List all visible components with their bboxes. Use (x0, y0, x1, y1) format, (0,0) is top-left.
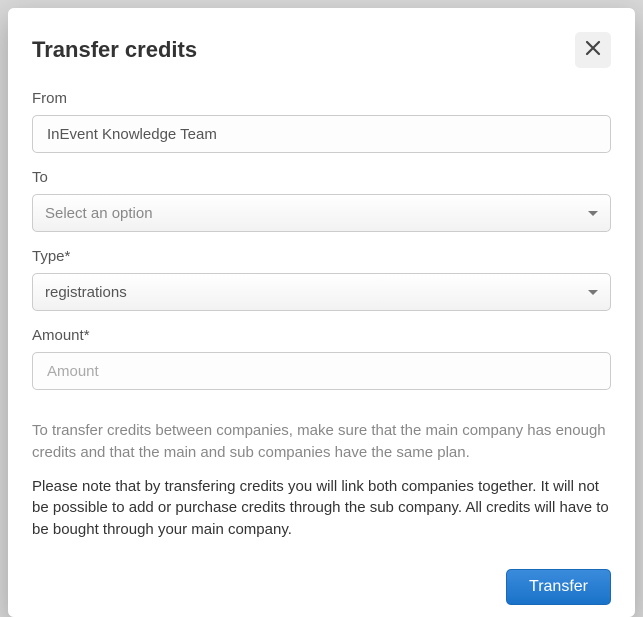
note-text: Please note that by transfering credits … (32, 476, 611, 541)
to-group: To Select an option (32, 169, 611, 232)
type-select[interactable]: registrations (32, 273, 611, 311)
amount-label: Amount* (32, 327, 611, 344)
help-text: To transfer credits between companies, m… (32, 420, 611, 464)
amount-group: Amount* (32, 327, 611, 390)
chevron-down-icon (588, 211, 598, 216)
modal-title: Transfer credits (32, 37, 197, 63)
close-icon (585, 40, 601, 61)
type-group: Type* registrations (32, 248, 611, 311)
transfer-button[interactable]: Transfer (506, 569, 611, 605)
to-placeholder: Select an option (45, 205, 153, 222)
from-label: From (32, 90, 611, 107)
modal-footer: Transfer (32, 569, 611, 605)
close-button[interactable] (575, 32, 611, 68)
amount-input[interactable] (32, 352, 611, 390)
from-group: From (32, 90, 611, 153)
from-field[interactable] (45, 116, 598, 152)
to-select[interactable]: Select an option (32, 194, 611, 232)
chevron-down-icon (588, 290, 598, 295)
to-label: To (32, 169, 611, 186)
type-label: Type* (32, 248, 611, 265)
type-selected: registrations (45, 284, 127, 301)
modal-header: Transfer credits (32, 32, 611, 68)
transfer-credits-modal: Transfer credits From To Select an optio… (8, 8, 635, 617)
amount-field[interactable] (45, 353, 598, 389)
from-input[interactable] (32, 115, 611, 153)
